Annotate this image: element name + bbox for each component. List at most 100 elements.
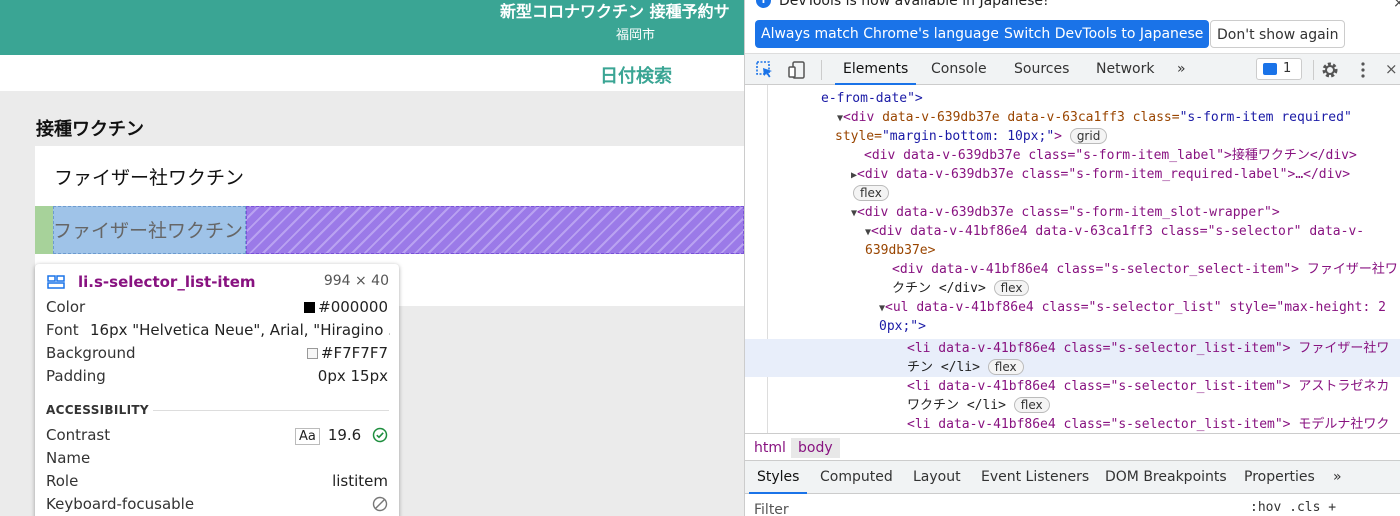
tooltip-value: 16px "Helvetica Neue", Arial, "Hiragino … bbox=[90, 321, 390, 339]
styles-filter-row: Filter :hov .cls + bbox=[745, 494, 1400, 516]
tab-dom-breakpoints[interactable]: DOM Breakpoints bbox=[1097, 461, 1235, 494]
gear-icon[interactable] bbox=[1320, 60, 1340, 80]
tooltip-row-background: Background #F7F7F7 bbox=[46, 344, 388, 364]
switch-to-japanese-button[interactable]: Switch DevTools to Japanese bbox=[998, 20, 1210, 48]
tooltip-value: #F7F7F7 bbox=[320, 344, 388, 362]
dom-node-line[interactable]: 639db37e> bbox=[745, 241, 1400, 260]
collapse-triangle-icon[interactable]: ▶ bbox=[745, 170, 857, 181]
tooltip-row-padding: Padding 0px 15px bbox=[46, 367, 388, 387]
flex-badge[interactable]: flex bbox=[993, 280, 1030, 296]
grid-badge[interactable]: grid bbox=[1069, 128, 1108, 144]
tab-sources[interactable]: Sources bbox=[1006, 54, 1077, 85]
tooltip-value-wrap: #F7F7F7 bbox=[306, 344, 388, 362]
dom-node-line[interactable]: ワクチン </li> flex bbox=[745, 396, 1400, 415]
inspect-element-icon[interactable] bbox=[755, 60, 775, 80]
tooltip-key: Font bbox=[46, 321, 79, 339]
dom-node-line[interactable]: 0px;"> bbox=[745, 317, 1400, 336]
dom-tag: > bbox=[1054, 129, 1062, 144]
divider bbox=[821, 60, 822, 80]
dom-node-line[interactable]: <li data-v-41bf86e4 class="s-selector_li… bbox=[745, 377, 1400, 396]
dom-node-line[interactable]: ▼<div data-v-41bf86e4 data-v-63ca1ff3 cl… bbox=[745, 222, 1400, 241]
color-swatch bbox=[304, 302, 316, 313]
tab-properties[interactable]: Properties bbox=[1236, 461, 1323, 494]
expand-triangle-icon[interactable]: ▼ bbox=[745, 227, 871, 238]
dom-node-line[interactable]: <div data-v-639db37e class="s-form-item_… bbox=[745, 146, 1400, 165]
date-search-link[interactable]: 日付検索 bbox=[600, 62, 672, 88]
site-header: 新型コロナワクチン 接種予約サ 福岡市 bbox=[0, 0, 744, 55]
breadcrumb-html[interactable]: html bbox=[747, 438, 793, 458]
selected-vaccine[interactable]: ファイザー社ワクチン bbox=[54, 163, 244, 190]
dom-node-line[interactable]: <div data-v-41bf86e4 class="s-selector_s… bbox=[745, 260, 1400, 279]
dom-attrs: data-v-639db37e data-v-63ca1ff3 class= bbox=[874, 110, 1180, 125]
more-options-icon[interactable] bbox=[1353, 60, 1373, 80]
flex-badge[interactable]: flex bbox=[987, 359, 1024, 375]
dom-text: チン </li> bbox=[907, 360, 980, 375]
dom-code: <div data-v-41bf86e4 data-v-63ca1ff3 cla… bbox=[871, 224, 1365, 239]
language-infobar: i DevTools is now available in Japanese!… bbox=[745, 0, 1400, 54]
breadcrumb-body[interactable]: body bbox=[791, 438, 840, 458]
tab-styles[interactable]: Styles bbox=[749, 461, 808, 494]
dom-tree[interactable]: e-from-date"> ▼<div data-v-639db37e data… bbox=[745, 85, 1400, 433]
flex-badge[interactable]: flex bbox=[853, 185, 889, 201]
check-circle-icon bbox=[372, 427, 388, 443]
close-icon[interactable]: × bbox=[1393, 0, 1400, 11]
divider bbox=[153, 410, 389, 411]
dom-node-line[interactable]: ▼<ul data-v-41bf86e4 class="s-selector_l… bbox=[745, 298, 1400, 317]
dom-code: <li data-v-41bf86e4 class="s-selector_li… bbox=[907, 341, 1390, 356]
dom-node-line[interactable]: クチン </div> flex bbox=[745, 279, 1400, 298]
tooltip-key: Name bbox=[46, 449, 91, 467]
dom-code: <div data-v-639db37e class="s-form-item_… bbox=[857, 167, 1351, 182]
dom-code: <li data-v-41bf86e4 class="s-selector_li… bbox=[907, 417, 1390, 432]
tooltip-row-name: Name bbox=[46, 449, 388, 469]
tooltip-value: 0px 15px bbox=[317, 367, 388, 385]
tooltip-key: Keyboard-focusable bbox=[46, 495, 195, 513]
tab-console[interactable]: Console bbox=[923, 54, 995, 85]
dom-node-line[interactable]: e-from-date"> bbox=[745, 89, 1400, 108]
dom-node-line-selected[interactable]: <li data-v-41bf86e4 class="s-selector_li… bbox=[745, 339, 1400, 358]
tab-elements[interactable]: Elements bbox=[835, 54, 917, 85]
dom-node-line[interactable]: ▶<div data-v-639db37e class="s-form-item… bbox=[745, 165, 1400, 184]
dom-node-line[interactable]: ▼<div data-v-639db37e data-v-63ca1ff3 cl… bbox=[745, 108, 1400, 127]
expand-triangle-icon[interactable]: ▼ bbox=[745, 303, 885, 314]
tooltip-row-role: Role listitem bbox=[46, 472, 388, 492]
always-match-language-button[interactable]: Always match Chrome's language bbox=[755, 20, 1005, 48]
dom-attrs: style= bbox=[835, 129, 882, 144]
dom-node-line[interactable]: <li data-v-41bf86e4 class="s-selector_li… bbox=[745, 415, 1400, 433]
dom-node-line-selected[interactable]: チン </li> flex bbox=[745, 358, 1400, 377]
device-toolbar-icon[interactable] bbox=[787, 60, 807, 80]
more-panels-button[interactable]: » bbox=[1325, 461, 1350, 494]
expand-triangle-icon[interactable]: ▼ bbox=[745, 113, 843, 124]
dom-node-line[interactable]: flex bbox=[745, 184, 1400, 203]
tab-network[interactable]: Network bbox=[1088, 54, 1162, 85]
styles-filter-input[interactable]: Filter bbox=[754, 502, 789, 516]
color-swatch bbox=[306, 348, 318, 359]
tab-computed[interactable]: Computed bbox=[812, 461, 901, 494]
dom-node-line[interactable]: style="margin-bottom: 10px;"> grid bbox=[745, 127, 1400, 146]
divider bbox=[1313, 60, 1314, 80]
web-page: 新型コロナワクチン 接種予約サ 福岡市 日付検索 接種ワクチン ファイザー社ワク… bbox=[0, 0, 744, 516]
tooltip-row-font: Font 16px "Helvetica Neue", Arial, "Hira… bbox=[46, 321, 390, 341]
more-tabs-button[interactable]: » bbox=[1169, 54, 1194, 85]
dont-show-again-button[interactable]: Don't show again bbox=[1210, 20, 1346, 48]
dom-code: <div data-v-41bf86e4 class="s-selector_s… bbox=[892, 262, 1398, 277]
devtools-toolbar: Elements Console Sources Network » 1 × bbox=[745, 54, 1400, 85]
styles-filter-toggles[interactable]: :hov .cls + bbox=[1250, 500, 1400, 516]
issues-badge[interactable]: 1 bbox=[1256, 58, 1302, 80]
dom-code: 0px;"> bbox=[879, 319, 926, 334]
expand-triangle-icon[interactable]: ▼ bbox=[745, 208, 857, 219]
dom-node-line[interactable]: ▼<div data-v-639db37e class="s-form-item… bbox=[745, 203, 1400, 222]
dom-tag: <div bbox=[843, 110, 875, 125]
tooltip-value-wrap: Aa 19.6 bbox=[294, 426, 388, 445]
dom-code: <ul data-v-41bf86e4 class="s-selector_li… bbox=[885, 300, 1386, 315]
contrast-sample: Aa bbox=[294, 428, 320, 445]
dom-value: "s-form-item required" bbox=[1179, 110, 1352, 125]
dom-code: <div data-v-639db37e class="s-form-item_… bbox=[864, 148, 1357, 163]
tab-event-listeners[interactable]: Event Listeners bbox=[973, 461, 1097, 494]
tab-layout[interactable]: Layout bbox=[905, 461, 969, 494]
tooltip-key: Background bbox=[46, 344, 136, 362]
highlight-padding-overlay bbox=[35, 206, 53, 254]
vaccine-list-item-pfizer[interactable]: ファイザー社ワクチン bbox=[53, 216, 243, 243]
close-devtools-icon[interactable]: × bbox=[1385, 60, 1398, 78]
vaccine-section-label: 接種ワクチン bbox=[36, 119, 144, 140]
flex-badge[interactable]: flex bbox=[1013, 397, 1050, 413]
